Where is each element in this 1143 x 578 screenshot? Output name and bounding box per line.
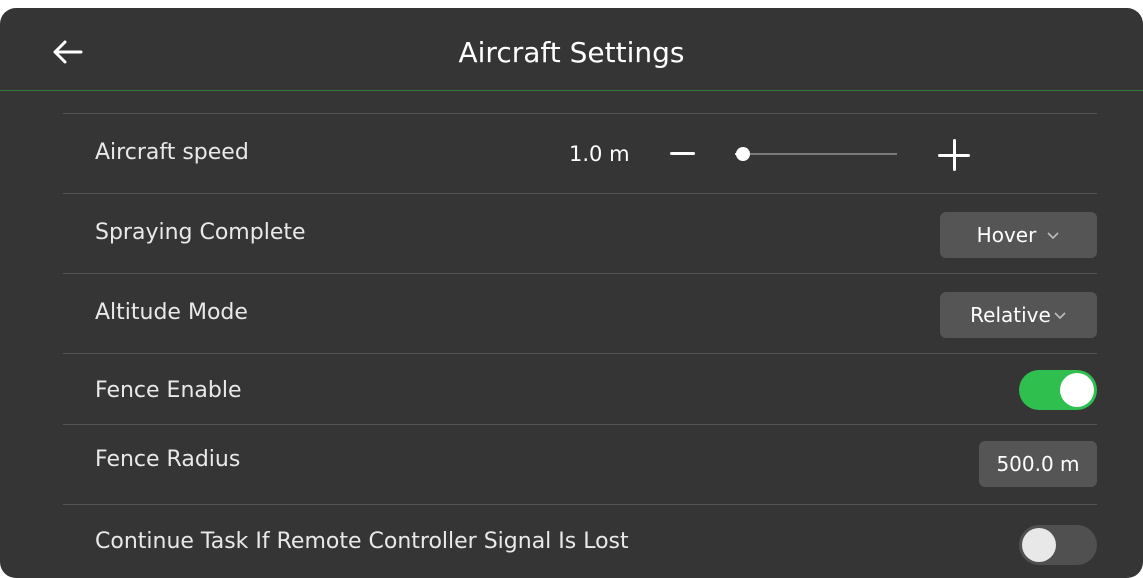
setting-row-fence-enable: Fence Enable <box>63 353 1097 424</box>
setting-row-continue-task: Continue Task If Remote Controller Signa… <box>63 504 1097 575</box>
setting-row-fence-radius: Fence Radius 500.0 m <box>63 424 1097 504</box>
increase-speed-button[interactable] <box>938 139 970 171</box>
speed-slider-thumb[interactable] <box>736 147 751 161</box>
spraying-complete-dropdown[interactable]: Hover <box>940 212 1097 258</box>
setting-row-aircraft-speed: Aircraft speed 1.0 m <box>63 113 1097 193</box>
setting-row-altitude-mode: Altitude Mode Relative <box>63 273 1097 353</box>
toggle-knob <box>1060 373 1094 407</box>
chevron-down-icon <box>1054 312 1066 320</box>
decrease-speed-button[interactable] <box>670 152 695 155</box>
spraying-complete-selected: Hover <box>976 223 1037 247</box>
aircraft-speed-label: Aircraft speed <box>95 140 249 165</box>
settings-list: Aircraft speed 1.0 m Spraying Complete H… <box>63 113 1097 575</box>
header-bar: Aircraft Settings <box>0 8 1143 91</box>
speed-slider[interactable] <box>735 147 897 161</box>
aircraft-speed-value: 1.0 m <box>569 142 630 166</box>
settings-panel: Aircraft Settings Aircraft speed 1.0 m S… <box>0 8 1143 578</box>
continue-task-label: Continue Task If Remote Controller Signa… <box>95 529 629 554</box>
fence-enable-toggle[interactable] <box>1019 370 1097 410</box>
altitude-mode-selected: Relative <box>970 303 1051 327</box>
page-title: Aircraft Settings <box>458 36 685 69</box>
chevron-down-icon <box>1047 232 1059 240</box>
toggle-knob <box>1022 528 1056 562</box>
continue-task-toggle[interactable] <box>1019 525 1097 565</box>
altitude-mode-label: Altitude Mode <box>95 300 248 325</box>
fence-radius-input[interactable]: 500.0 m <box>979 441 1097 487</box>
fence-enable-label: Fence Enable <box>95 378 242 403</box>
fence-radius-label: Fence Radius <box>95 447 241 472</box>
spraying-complete-label: Spraying Complete <box>95 220 306 245</box>
altitude-mode-dropdown[interactable]: Relative <box>940 292 1097 338</box>
setting-row-spraying-complete: Spraying Complete Hover <box>63 193 1097 273</box>
